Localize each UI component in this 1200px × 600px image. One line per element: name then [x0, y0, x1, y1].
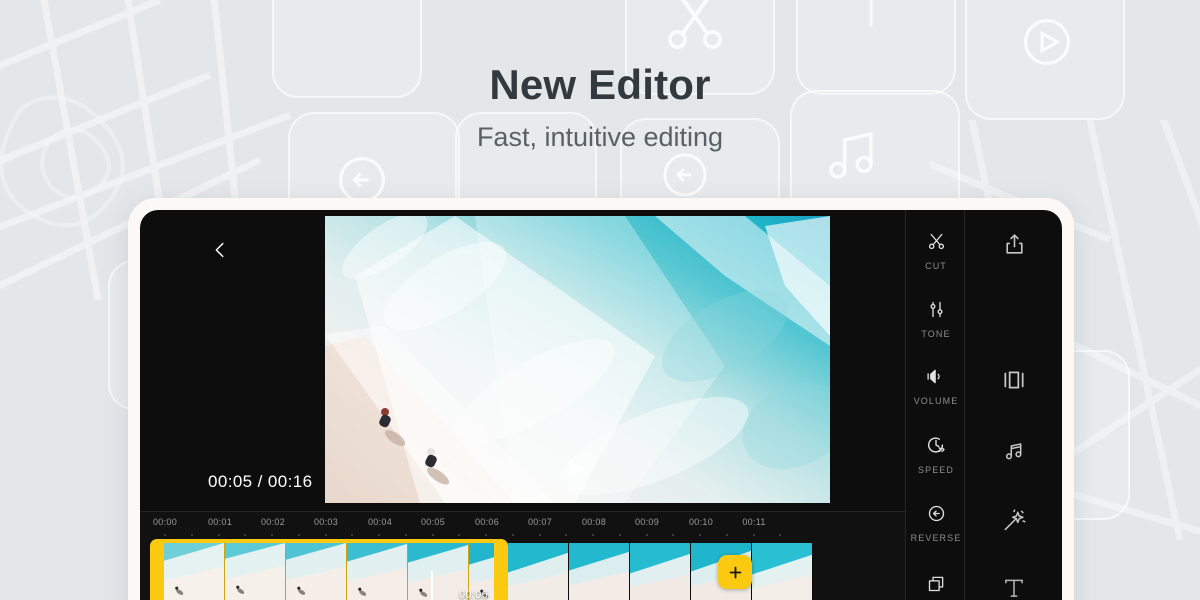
- playhead-time-badge: 00:06: [458, 589, 488, 600]
- ruler-tick: 00:02: [260, 517, 286, 527]
- plus-icon: [729, 566, 741, 578]
- text-icon: [869, 0, 873, 27]
- page-title: New Editor: [489, 61, 711, 108]
- ruler-tick: 00:11: [742, 517, 766, 527]
- ruler-dot: [752, 534, 755, 536]
- tool-label: REVERSE: [910, 533, 962, 543]
- speed-clock-icon: [925, 432, 947, 458]
- ruler-dot: [378, 534, 380, 536]
- tool-share[interactable]: [966, 232, 1062, 262]
- tool-music[interactable]: [966, 439, 1062, 468]
- ruler-dot: [779, 534, 782, 536]
- tool-magic[interactable]: [966, 508, 1062, 539]
- ruler-tick: 00:00: [152, 517, 178, 527]
- tool-transition[interactable]: [966, 367, 1062, 398]
- ruler-dot: [458, 534, 461, 536]
- ruler-dot: [244, 534, 247, 536]
- device-frame: 00:05 / 00:16 CUT TONE VOLUME SPEED REVE…: [128, 198, 1074, 600]
- ruler-dot: [538, 534, 541, 536]
- thumbnail[interactable]: [630, 543, 691, 600]
- playhead[interactable]: [431, 571, 433, 600]
- ruler-dot: [271, 534, 273, 536]
- tool-text[interactable]: [966, 575, 1062, 600]
- video-preview[interactable]: [325, 216, 830, 503]
- time-display: 00:05 / 00:16: [208, 472, 313, 491]
- ruler-dot: [404, 534, 407, 536]
- ruler-dot: [485, 534, 487, 536]
- reverse-icon: [926, 500, 947, 526]
- tool-label: SPEED: [917, 465, 954, 475]
- volume-icon: [925, 363, 947, 389]
- ruler-dot: [645, 534, 648, 536]
- ruler-tick: 00:08: [581, 517, 607, 527]
- tool-reverse[interactable]: REVERSE: [906, 500, 966, 543]
- transition-icon: [1001, 367, 1027, 398]
- app-screen: 00:05 / 00:16 CUT TONE VOLUME SPEED REVE…: [140, 210, 1062, 600]
- ruler-dot: [618, 534, 621, 536]
- timeline-track[interactable]: 00:06: [140, 539, 905, 600]
- ruler-dot: [217, 534, 220, 536]
- chevron-left-icon: [215, 242, 224, 258]
- back-button[interactable]: [200, 230, 240, 270]
- ruler-dot: [699, 534, 701, 536]
- tool-cut[interactable]: CUT: [906, 228, 966, 271]
- tools-primary-column: CUT TONE VOLUME SPEED REVERSE: [905, 210, 965, 600]
- ruler-dot: [592, 534, 594, 536]
- ruler-dot: [672, 534, 675, 536]
- scissors-icon: [926, 228, 947, 254]
- selected-clip[interactable]: 00:06: [150, 539, 508, 600]
- ruler-tick: 00:04: [367, 517, 393, 527]
- timeline[interactable]: 00:00 00:01 00:02 00:03 00:04 00:05 00:0…: [140, 511, 905, 600]
- duplicate-icon: [926, 570, 947, 596]
- ruler-tick: 00:06: [474, 517, 500, 527]
- ruler-dot: [297, 534, 300, 536]
- tool-duplicate[interactable]: [906, 570, 966, 600]
- tool-label: CUT: [925, 261, 947, 271]
- tools-secondary-column: [966, 210, 1062, 600]
- scissors-icon: [668, 0, 722, 49]
- thumbnail[interactable]: [508, 543, 569, 600]
- ruler-dot: [324, 534, 327, 536]
- ruler-tick: 00:07: [527, 517, 553, 527]
- ruler-dot: [431, 534, 434, 536]
- tool-label: TONE: [921, 329, 951, 339]
- ruler-dot: [190, 534, 193, 536]
- ruler-tick: 00:03: [313, 517, 339, 527]
- add-clip-button[interactable]: [718, 555, 752, 589]
- sliders-icon: [926, 296, 947, 322]
- share-icon: [1002, 232, 1027, 262]
- ruler-tick: 00:09: [634, 517, 660, 527]
- magic-wand-icon: [1001, 508, 1027, 539]
- page-subtitle: Fast, intuitive editing: [476, 122, 724, 153]
- play-button[interactable]: [569, 458, 586, 479]
- tool-speed[interactable]: SPEED: [906, 432, 966, 475]
- ruler-tick: 00:10: [688, 517, 714, 527]
- ruler-dot: [164, 534, 166, 536]
- ruler-dot: [351, 534, 354, 536]
- thumbnail: [225, 543, 286, 600]
- thumbnail[interactable]: [752, 543, 813, 600]
- reverse-icon: [663, 153, 707, 197]
- music-note-icon: [1002, 439, 1026, 468]
- ruler-dot: [511, 534, 514, 536]
- timeline-ruler: 00:00 00:01 00:02 00:03 00:04 00:05 00:0…: [140, 511, 905, 541]
- thumbnail: [347, 543, 408, 600]
- thumbnail: [164, 543, 225, 600]
- text-icon: [1001, 575, 1027, 600]
- ruler-tick: 00:05: [420, 517, 446, 527]
- ruler-dot: [565, 534, 568, 536]
- tool-label: VOLUME: [913, 396, 959, 406]
- thumbnail[interactable]: [569, 543, 630, 600]
- headline-block: New Editor Fast, intuitive editing: [0, 61, 1200, 153]
- ruler-dot: [725, 534, 728, 536]
- unselected-clip[interactable]: [508, 543, 848, 600]
- thumbnail: [286, 543, 347, 600]
- tool-volume[interactable]: VOLUME: [906, 363, 966, 406]
- selected-clip-frames: 00:06: [164, 543, 494, 600]
- tool-tone[interactable]: TONE: [906, 296, 966, 339]
- promo-screenshot: New Editor Fast, intuitive editing 00:05…: [0, 0, 1200, 600]
- ruler-tick: 00:01: [207, 517, 233, 527]
